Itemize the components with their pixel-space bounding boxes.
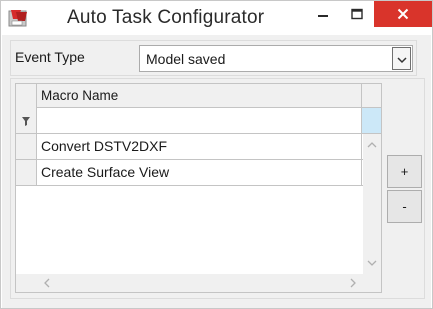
scroll-up-icon[interactable] [365,137,379,151]
macro-grid: Macro Name Convert DSTV2DXF Create Surfa… [15,83,382,293]
column-header-macro-name[interactable]: Macro Name [37,84,362,108]
chevron-down-icon [396,49,407,68]
client-area: Event Type Model saved Macro Name Conver… [2,35,431,308]
macro-grid-frame: Macro Name Convert DSTV2DXF Create Surfa… [10,78,425,299]
close-icon [397,5,409,24]
grid-header-row: Macro Name [16,84,381,108]
macro-name-cell[interactable]: Create Surface View [37,160,362,185]
scroll-right-icon[interactable] [346,276,360,290]
column-header-label: Macro Name [41,88,119,103]
row-header[interactable] [16,160,37,185]
table-row[interactable]: Create Surface View [16,160,381,186]
close-button[interactable] [374,1,432,27]
maximize-icon [351,5,363,24]
table-row[interactable]: Convert DSTV2DXF [16,134,381,160]
remove-macro-button[interactable]: - [387,190,422,223]
add-macro-button[interactable]: + [387,155,422,188]
auto-task-configurator-window: Auto Task Configurator Event Type Model … [0,0,433,309]
minimize-button[interactable] [306,1,340,27]
vertical-scrollbar[interactable] [363,134,381,274]
scroll-down-icon[interactable] [365,256,379,270]
filter-input[interactable] [37,108,362,133]
scrollbar-corner [363,274,381,292]
maximize-button[interactable] [340,1,374,27]
macro-name-text: Convert DSTV2DXF [41,138,168,154]
window-title: Auto Task Configurator [67,7,265,28]
minimize-icon [317,5,329,24]
filter-selection-cell [362,108,381,133]
macro-name-cell[interactable]: Convert DSTV2DXF [37,134,362,159]
dropdown-button[interactable] [392,47,411,70]
event-type-value: Model saved [146,51,226,67]
row-header[interactable] [16,134,37,159]
event-type-row: Event Type Model saved [10,40,417,76]
title-bar[interactable]: Auto Task Configurator [1,1,432,35]
filter-icon [22,111,30,130]
horizontal-scrollbar[interactable] [16,274,363,292]
filter-row [16,108,381,134]
event-type-dropdown[interactable]: Model saved [139,45,413,72]
macro-name-text: Create Surface View [41,164,170,180]
filter-row-header [16,108,37,133]
event-type-label: Event Type [15,49,85,65]
row-header-corner [16,84,37,108]
scroll-left-icon[interactable] [39,276,53,290]
app-icon [8,7,30,29]
